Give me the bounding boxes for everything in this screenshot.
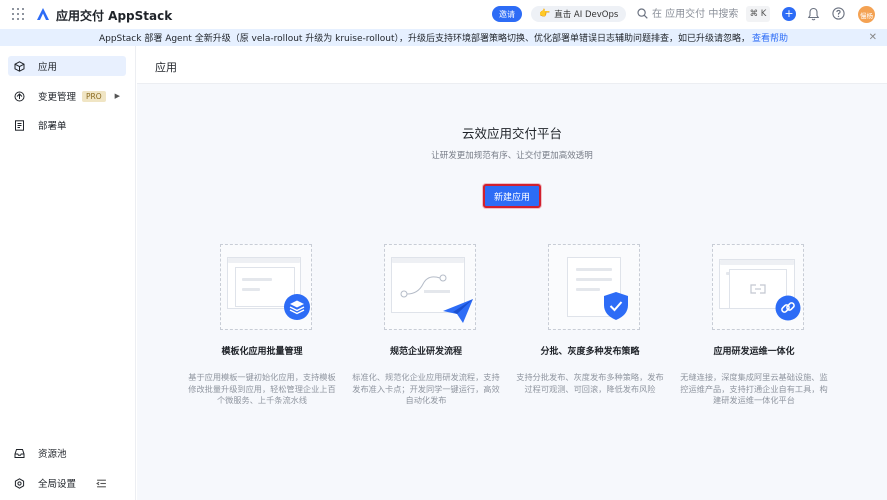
pro-badge: PRO xyxy=(82,90,106,102)
create-app-button[interactable]: 新建应用 xyxy=(483,184,541,208)
collapse-sidebar-icon[interactable] xyxy=(96,478,107,489)
release-illustration xyxy=(548,244,640,330)
app-grid-icon[interactable] xyxy=(12,8,24,20)
app-title[interactable]: 应用交付 AppStack xyxy=(56,7,172,24)
feature-title: 规范企业研发流程 xyxy=(389,347,462,357)
search-shortcut: ⌘ K xyxy=(746,6,770,22)
sidebar-item-apps[interactable]: 应用 xyxy=(8,56,126,76)
sidebar-item-label: 应用 xyxy=(38,62,58,73)
sidebar-item-label: 部署单 xyxy=(38,121,67,132)
gear-icon xyxy=(14,477,25,489)
pointing-hand-icon: 👉 xyxy=(539,9,551,19)
page-header: 应用 xyxy=(137,46,887,84)
main-content: 应用 云效应用交付平台 让研发更加规范有序、让交付更加高效透明 新建应用 模板化… xyxy=(137,46,887,500)
chevron-right-icon: ▶ xyxy=(114,92,120,100)
sidebar-item-label: 全局设置 xyxy=(38,479,77,490)
appstack-logo-icon xyxy=(37,8,49,20)
change-icon xyxy=(14,91,25,101)
search-icon xyxy=(637,8,648,19)
top-bar: 应用交付 AppStack 邀请 👉 直击 AI DevOps ⌘ K + 慢杨 xyxy=(0,0,887,29)
devops-illustration xyxy=(712,244,804,330)
sidebar-item-resource-pool[interactable]: 资源池 xyxy=(8,443,126,463)
sidebar: 应用 变更管理 PRO ▶ 部署单 资源池 全局设置 xyxy=(0,46,136,500)
bell-icon[interactable] xyxy=(807,7,820,21)
sidebar-item-global-settings[interactable]: 全局设置 xyxy=(8,473,126,493)
feature-description: 标准化、规范化企业应用研发流程，支持发布准入卡点；开发同学一键运行，高效自动化发… xyxy=(352,372,500,405)
banner-text: AppStack 部署 Agent 全新升级（原 vela-rollout 升级… xyxy=(98,34,750,44)
announcement-banner: AppStack 部署 Agent 全新升级（原 vela-rollout 升级… xyxy=(0,29,887,46)
link-icon xyxy=(775,295,801,321)
create-plus-button[interactable]: + xyxy=(782,7,796,21)
invite-button[interactable]: 邀请 xyxy=(492,6,522,22)
sidebar-item-deployments[interactable]: 部署单 xyxy=(8,115,126,135)
process-illustration xyxy=(384,244,476,330)
feature-description: 基于应用模板一键初始化应用，支持模板修改批量升级到应用，轻松管理企业上百个微服务… xyxy=(188,372,336,405)
ai-devops-label: 直击 AI DevOps xyxy=(554,10,619,20)
layers-icon xyxy=(284,294,310,320)
sidebar-item-label: 变更管理 xyxy=(38,92,77,103)
feature-title: 模板化应用批量管理 xyxy=(221,347,303,357)
sidebar-item-change-management[interactable]: 变更管理 PRO ▶ xyxy=(8,86,126,106)
paper-plane-icon xyxy=(443,299,473,323)
feature-title: 应用研发运维一体化 xyxy=(713,347,795,357)
feature-description: 无缝连接，深度集成阿里云基础设施、监控运维产品，支持打通企业自有工具，构建研发运… xyxy=(680,372,828,405)
ai-devops-button[interactable]: 👉 直击 AI DevOps xyxy=(531,6,627,22)
user-avatar[interactable]: 慢杨 xyxy=(858,6,875,23)
template-illustration xyxy=(220,244,312,330)
banner-help-link[interactable]: 查看帮助 xyxy=(752,31,788,44)
inbox-icon xyxy=(14,448,25,458)
help-icon[interactable] xyxy=(832,7,845,20)
shield-check-icon xyxy=(604,292,628,320)
sidebar-item-label: 资源池 xyxy=(38,449,67,460)
feature-description: 支持分批发布、灰度发布多种策略，发布过程可观测、可回滚，降低发布风险 xyxy=(516,372,664,394)
cube-icon xyxy=(14,60,25,72)
hero-subtitle: 让研发更加规范有序、让交付更加高效透明 xyxy=(431,151,593,161)
page-title: 应用 xyxy=(155,61,177,74)
hero-title: 云效应用交付平台 xyxy=(461,126,562,141)
feature-title: 分批、灰度多种发布策略 xyxy=(540,347,640,357)
search-input[interactable] xyxy=(652,6,740,22)
document-icon xyxy=(15,119,24,131)
close-icon[interactable]: ✕ xyxy=(869,32,877,43)
